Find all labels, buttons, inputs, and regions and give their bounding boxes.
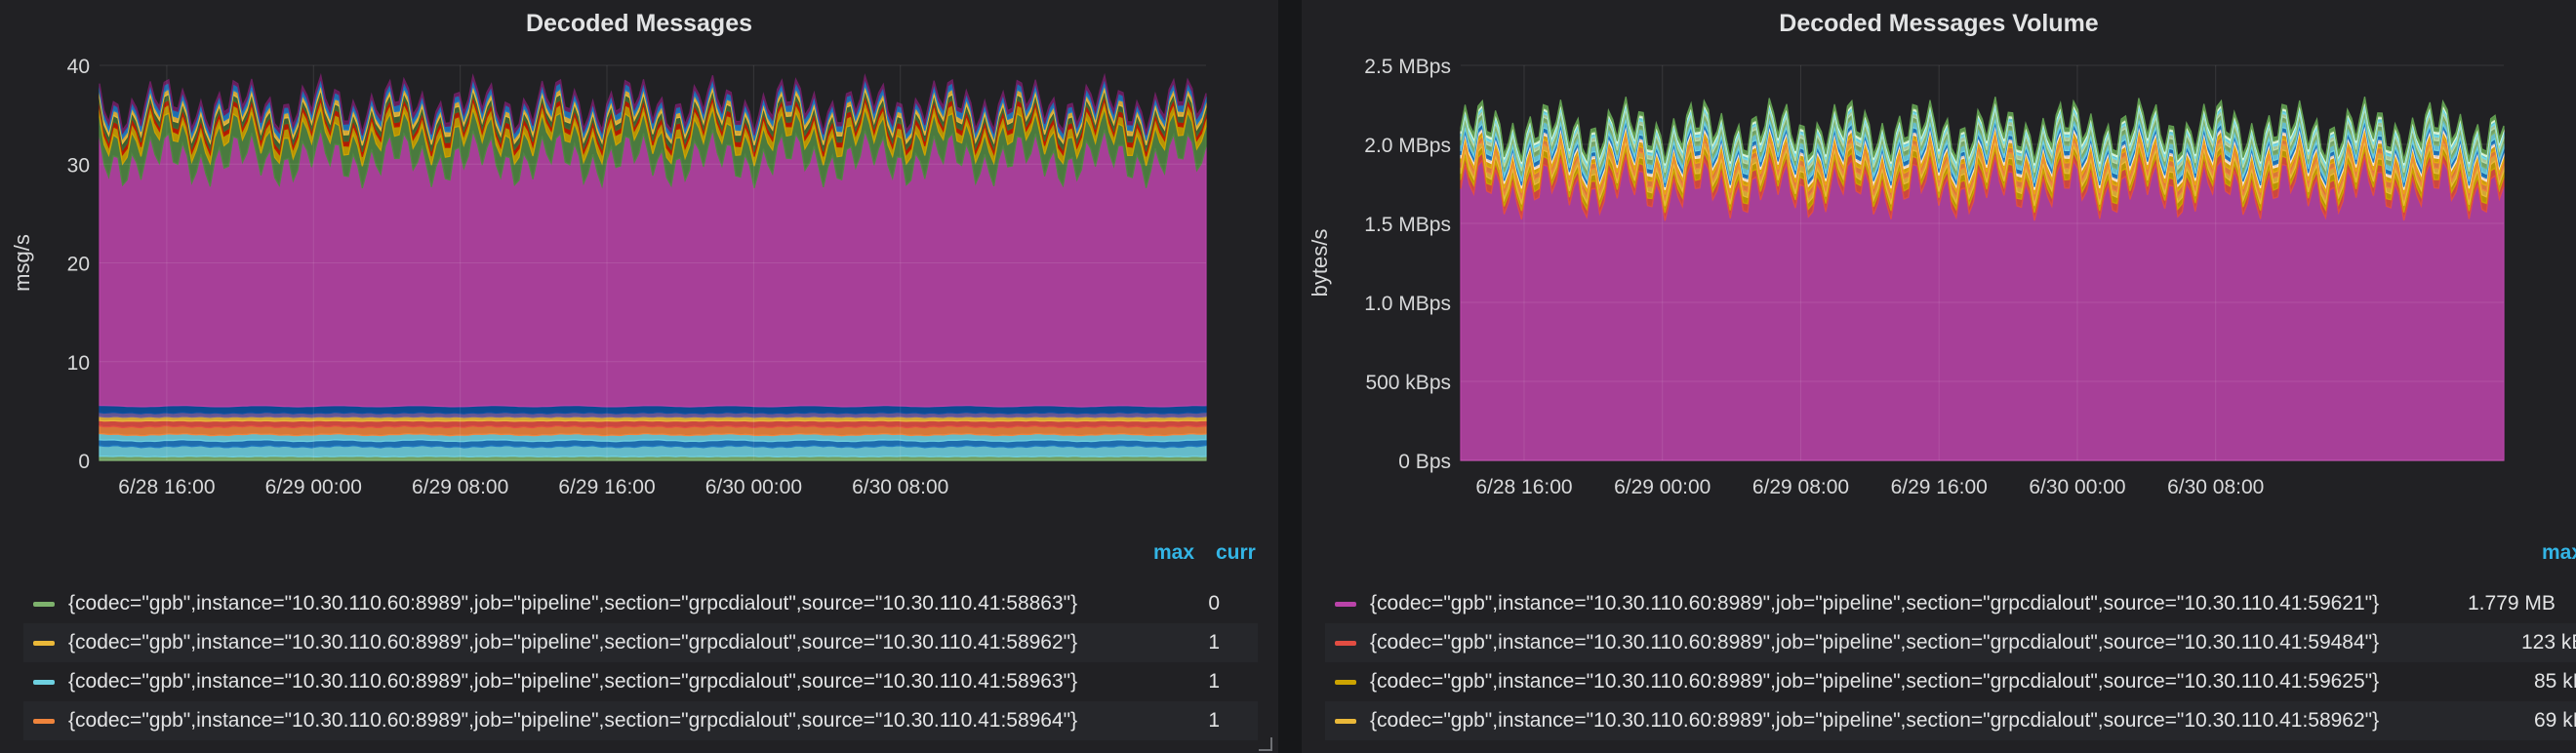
y-tick-label: 2.0 MBps (1364, 135, 1451, 157)
legend-item[interactable]: {codec="gpb",instance="10.30.110.60:8989… (23, 623, 1258, 662)
chart-decoded-messages-volume: 0 Bps 500 kBps 1.0 MBps 1.5 MBps 2.0 MBps 2.5… (1308, 56, 2505, 498)
legend-header-max[interactable]: max (2542, 541, 2576, 565)
x-tick-label: 6/30 00:00 (705, 476, 802, 498)
x-tick-label: 6/30 08:00 (2167, 476, 2264, 498)
legend-item[interactable]: {codec="gpb",instance="10.30.110.60:8989… (1325, 701, 2576, 740)
series-label[interactable]: {codec="gpb",instance="10.30.110.60:8989… (1370, 709, 2379, 733)
series-swatch[interactable] (33, 602, 55, 607)
series-max-value: 85 kB (2534, 670, 2576, 693)
x-tick-label: 6/29 00:00 (1614, 476, 1711, 498)
legend-header-max[interactable]: max (1153, 541, 1194, 565)
series-area (99, 405, 1207, 415)
y-tick-label: 0 Bps (1398, 451, 1451, 473)
y-axis-label: bytes/s (1308, 229, 1332, 297)
y-tick-label: 0 (78, 451, 90, 473)
y-tick-label: 2.5 MBps (1364, 56, 1451, 78)
series-swatch[interactable] (1335, 719, 1356, 724)
legend-header-curr[interactable]: curr (1216, 541, 1256, 565)
x-tick-label: 6/29 08:00 (1752, 476, 1849, 498)
chart-decoded-messages: 0 10 20 30 40 6/28 16:00 6/29 00:00 6/29 08:00 6… (10, 56, 1207, 498)
y-tick-label: 500 kBps (1365, 372, 1451, 394)
series-area (99, 419, 1207, 429)
legend-item[interactable]: {codec="gpb",instance="10.30.110.60:8989… (1325, 623, 2576, 662)
series-label[interactable]: {codec="gpb",instance="10.30.110.60:8989… (1370, 670, 2379, 694)
y-tick-label: 1.5 MBps (1364, 214, 1451, 236)
series-max-value: 69 kB (2534, 709, 2576, 732)
series-label[interactable]: {codec="gpb",instance="10.30.110.60:8989… (68, 670, 1077, 694)
series-max-value: 123 kB (2521, 631, 2576, 654)
series-label[interactable]: {codec="gpb",instance="10.30.110.60:8989… (68, 709, 1077, 733)
y-tick-label: 1.0 MBps (1364, 293, 1451, 315)
y-tick-label: 40 (67, 56, 90, 78)
legend-item[interactable]: {codec="gpb",instance="10.30.110.60:8989… (23, 584, 1258, 623)
series-max-value: 1.779 MB (2468, 592, 2556, 614)
series-area (1460, 156, 2505, 461)
x-tick-label: 6/29 16:00 (1891, 476, 1988, 498)
series-label[interactable]: {codec="gpb",instance="10.30.110.60:8989… (68, 592, 1077, 615)
series-max-value: 1 (1208, 631, 1220, 654)
panel-decoded-messages: Decoded Messages 0 10 20 30 40 6/28 16:00 6/29… (0, 0, 1278, 753)
series-swatch[interactable] (33, 680, 55, 685)
legend-item[interactable]: {codec="gpb",instance="10.30.110.60:8989… (1325, 662, 2576, 701)
x-tick-label: 6/29 00:00 (265, 476, 362, 498)
x-tick-label: 6/29 08:00 (412, 476, 508, 498)
series-label[interactable]: {codec="gpb",instance="10.30.110.60:8989… (1370, 592, 2379, 615)
series-label[interactable]: {codec="gpb",instance="10.30.110.60:8989… (68, 631, 1077, 654)
series-label[interactable]: {codec="gpb",instance="10.30.110.60:8989… (1370, 631, 2379, 654)
y-axis-label: msg/s (10, 234, 34, 292)
y-tick-label: 30 (67, 154, 90, 177)
y-tick-label: 10 (67, 352, 90, 375)
series-swatch[interactable] (1335, 602, 1356, 607)
x-tick-label: 6/28 16:00 (1475, 476, 1572, 498)
x-tick-label: 6/30 00:00 (2029, 476, 2125, 498)
series-max-value: 1 (1208, 709, 1220, 732)
series-swatch[interactable] (33, 641, 55, 646)
legend-item[interactable]: {codec="gpb",instance="10.30.110.60:8989… (23, 662, 1258, 701)
panel-decoded-messages-volume: Decoded Messages Volume 0 Bps 500 kBps 1.0… (1302, 0, 2576, 753)
series-max-value: 1 (1208, 670, 1220, 693)
x-tick-label: 6/30 08:00 (852, 476, 948, 498)
y-tick-label: 20 (67, 254, 90, 276)
series-swatch[interactable] (33, 719, 55, 724)
resize-handle[interactable] (1259, 737, 1272, 751)
series-max-value: 0 (1208, 592, 1220, 614)
x-tick-label: 6/29 16:00 (558, 476, 655, 498)
legend-item[interactable]: {codec="gpb",instance="10.30.110.60:8989… (23, 701, 1258, 740)
series-swatch[interactable] (1335, 680, 1356, 685)
legend-item[interactable]: {codec="gpb",instance="10.30.110.60:8989… (1325, 584, 2576, 623)
series-swatch[interactable] (1335, 641, 1356, 646)
x-tick-label: 6/28 16:00 (118, 476, 215, 498)
